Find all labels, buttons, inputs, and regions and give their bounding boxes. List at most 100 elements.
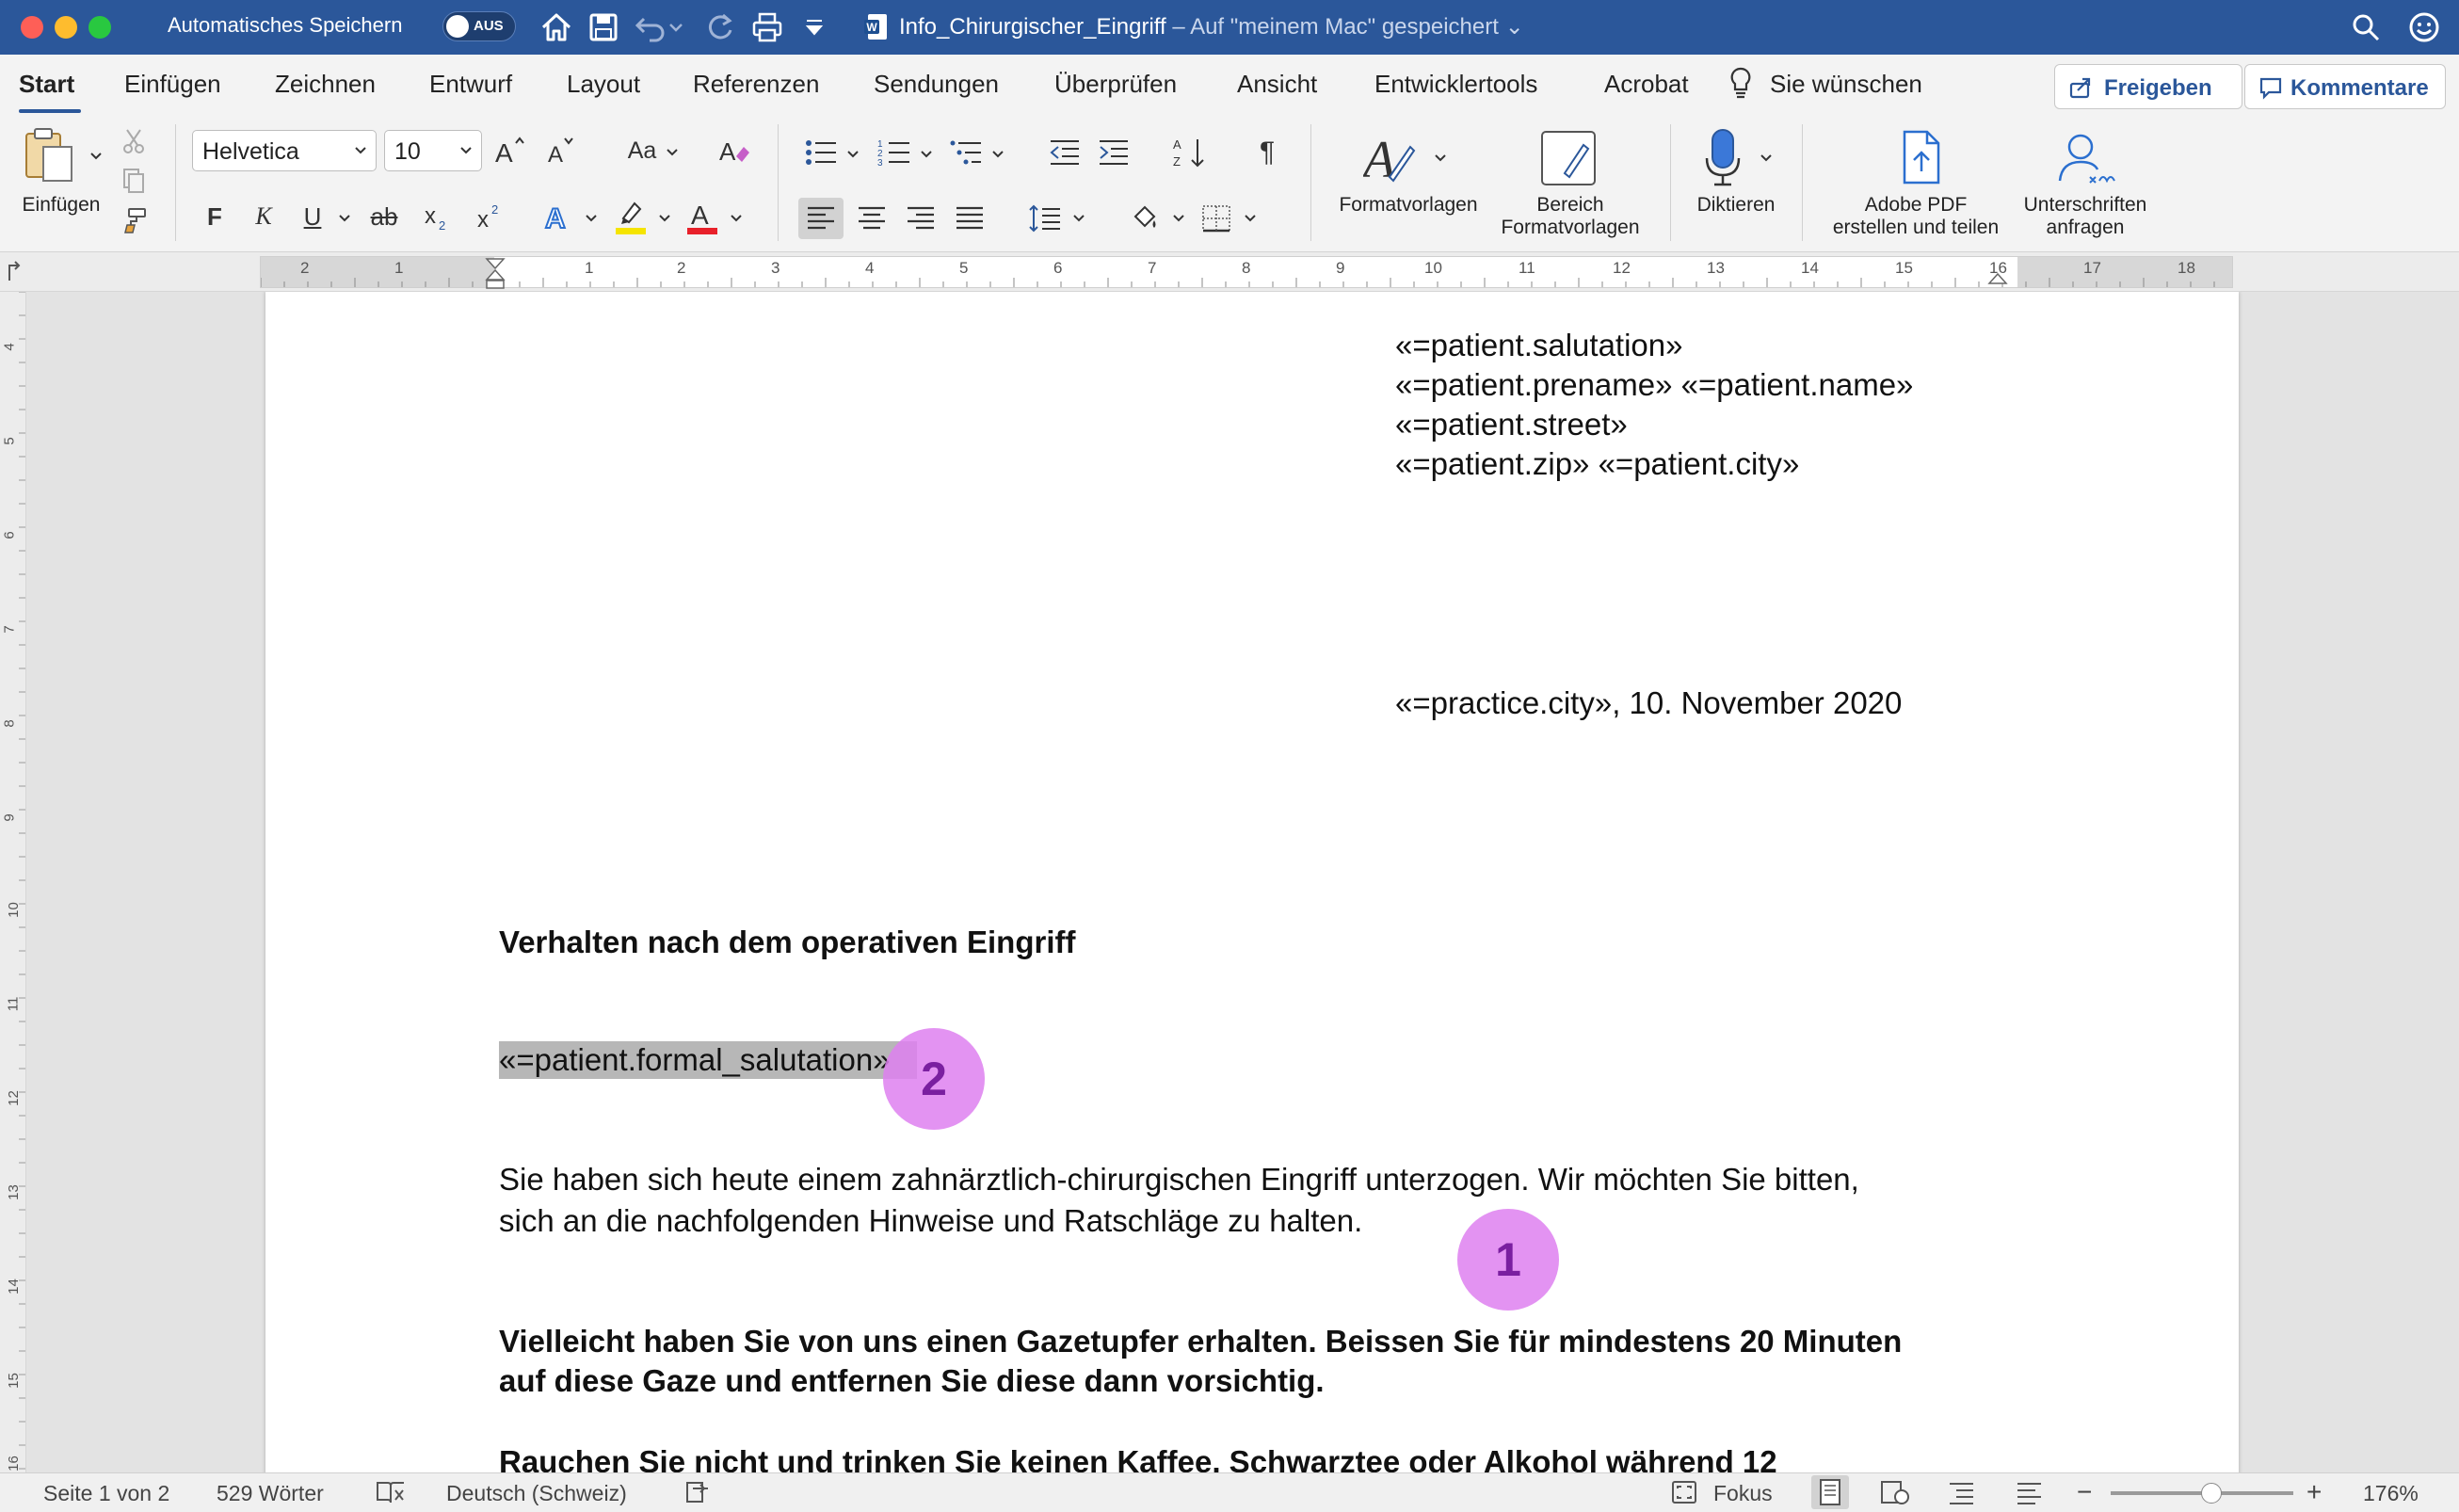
underline-button[interactable]: U — [294, 198, 331, 235]
proofing-icon[interactable] — [375, 1479, 407, 1505]
paragraph-bold-line[interactable]: Rauchen Sie nicht und trinken Sie keinen… — [499, 1442, 1777, 1472]
undo-dropdown-icon[interactable] — [667, 9, 685, 45]
paragraph-bold-line[interactable]: auf diese Gaze und entfernen Sie diese d… — [499, 1361, 1325, 1401]
zoom-window-button[interactable] — [88, 16, 111, 39]
minimize-window-button[interactable] — [55, 16, 77, 39]
chevron-down-icon[interactable] — [665, 145, 680, 160]
justify-icon[interactable] — [951, 200, 988, 237]
font-size-select[interactable]: 10 — [384, 130, 482, 171]
feedback-smiley-icon[interactable] — [2406, 9, 2442, 45]
chevron-down-icon[interactable] — [337, 211, 352, 226]
document-page[interactable]: «=patient.salutation» «=patient.prename»… — [265, 292, 2239, 1472]
numbering-icon[interactable]: 123 — [876, 134, 913, 171]
tab-zeichnen[interactable]: Zeichnen — [275, 70, 376, 99]
address-line-salutation[interactable]: «=patient.salutation» — [1395, 326, 1683, 365]
address-line-city[interactable]: «=patient.zip» «=patient.city» — [1395, 444, 1799, 484]
zoom-slider-thumb[interactable] — [2200, 1483, 2222, 1504]
sort-icon[interactable]: AZ — [1171, 134, 1209, 171]
tab-einfuegen[interactable]: Einfügen — [124, 70, 221, 99]
clear-formatting-icon[interactable]: A — [715, 132, 753, 169]
chevron-down-icon[interactable] — [845, 147, 860, 162]
zoom-out-button[interactable]: − — [2077, 1477, 2092, 1507]
autosave-toggle[interactable]: AUS — [442, 11, 516, 41]
heading[interactable]: Verhalten nach dem operativen Eingriff — [499, 923, 1075, 962]
accessibility-check-icon[interactable] — [683, 1479, 712, 1505]
dictate-label[interactable]: Diktieren — [1680, 194, 1792, 217]
home-icon[interactable] — [538, 9, 574, 45]
italic-button[interactable]: K — [245, 198, 282, 235]
chevron-down-icon[interactable] — [919, 147, 934, 162]
paragraph-line[interactable]: Sie haben sich heute einem zahnärztlich-… — [499, 1160, 1859, 1199]
close-window-button[interactable] — [21, 16, 43, 39]
formal-salutation-field[interactable]: «=patient.formal_salutation» — [499, 1040, 891, 1080]
paste-dropdown-icon[interactable] — [88, 149, 104, 164]
font-color-icon[interactable]: A — [683, 198, 721, 235]
tab-ueberpruefen[interactable]: Überprüfen — [1054, 70, 1177, 99]
page-count[interactable]: Seite 1 von 2 — [43, 1481, 169, 1506]
chevron-down-icon[interactable] — [1071, 211, 1086, 226]
bold-button[interactable]: F — [196, 198, 233, 235]
show-formatting-marks-icon[interactable]: ¶ — [1248, 134, 1286, 171]
align-right-icon[interactable] — [902, 200, 940, 237]
horizontal-ruler[interactable]: 2 1 1 2 3 4 5 6 7 8 9 10 11 12 13 14 15 … — [0, 252, 2459, 292]
font-name-select[interactable]: Helvetica — [192, 130, 377, 171]
align-left-icon[interactable] — [798, 198, 844, 239]
chevron-down-icon[interactable] — [1171, 211, 1186, 226]
styles-icon[interactable]: A — [1363, 128, 1420, 188]
superscript-icon[interactable]: x2 — [471, 198, 508, 235]
chevron-down-icon[interactable] — [584, 211, 599, 226]
document-canvas[interactable]: «=patient.salutation» «=patient.prename»… — [26, 292, 2459, 1472]
tab-sendungen[interactable]: Sendungen — [874, 70, 999, 99]
copy-icon[interactable] — [115, 166, 153, 196]
language[interactable]: Deutsch (Schweiz) — [446, 1481, 627, 1506]
styles-pane-icon[interactable] — [1538, 128, 1600, 188]
date-line[interactable]: «=practice.city», 10. November 2020 — [1395, 684, 1902, 723]
customize-toolbar-icon[interactable] — [802, 9, 827, 45]
styles-pane-label[interactable]: Bereich Formatvorlagen — [1489, 194, 1651, 239]
chevron-down-icon[interactable] — [1759, 151, 1774, 166]
share-button[interactable]: Freigeben — [2054, 64, 2242, 109]
tab-layout[interactable]: Layout — [567, 70, 640, 99]
right-indent-marker-icon[interactable] — [1987, 263, 2008, 289]
paste-icon[interactable] — [21, 126, 77, 186]
microphone-icon[interactable] — [1695, 126, 1751, 188]
adobe-pdf-label[interactable]: Adobe PDF erstellen und teilen — [1819, 194, 2013, 239]
web-layout-view-icon[interactable] — [1879, 1479, 1911, 1505]
address-line-name[interactable]: «=patient.prename» «=patient.name» — [1395, 365, 1913, 405]
paragraph-line[interactable]: sich an die nachfolgenden Hinweise und R… — [499, 1201, 1362, 1241]
increase-indent-icon[interactable] — [1094, 134, 1132, 171]
save-icon[interactable] — [586, 9, 621, 45]
shrink-font-icon[interactable]: A — [542, 132, 580, 169]
decrease-indent-icon[interactable] — [1045, 134, 1083, 171]
text-effects-icon[interactable]: A — [540, 198, 578, 235]
strikethrough-button[interactable]: ab — [365, 198, 403, 235]
chevron-down-icon[interactable] — [729, 211, 744, 226]
focus-mode-icon[interactable] — [1670, 1479, 1698, 1505]
zoom-level[interactable]: 176% — [2363, 1481, 2419, 1506]
bullets-icon[interactable] — [802, 134, 840, 171]
borders-icon[interactable] — [1197, 200, 1235, 237]
indent-marker-icon[interactable] — [485, 257, 506, 289]
redo-icon[interactable] — [702, 9, 738, 45]
paste-label[interactable]: Einfügen — [19, 194, 104, 217]
chevron-down-icon[interactable] — [990, 147, 1005, 162]
tab-entwurf[interactable]: Entwurf — [429, 70, 512, 99]
tab-ansicht[interactable]: Ansicht — [1237, 70, 1317, 99]
print-layout-view-icon[interactable] — [1811, 1475, 1849, 1509]
highlight-color-icon[interactable] — [612, 198, 650, 235]
document-title[interactable]: Info_Chirurgischer_Eingriff – Auf "meine… — [899, 13, 1524, 40]
vertical-ruler[interactable]: 4 5 6 7 8 9 10 11 12 13 14 15 16 — [0, 292, 26, 1472]
multilevel-list-icon[interactable] — [947, 134, 985, 171]
address-line-street[interactable]: «=patient.street» — [1395, 405, 1628, 444]
word-count[interactable]: 529 Wörter — [217, 1481, 324, 1506]
cut-icon[interactable] — [115, 126, 153, 156]
subscript-icon[interactable]: x2 — [418, 198, 456, 235]
request-signatures-icon[interactable] — [2052, 126, 2118, 188]
focus-label[interactable]: Fokus — [1713, 1481, 1773, 1506]
styles-label[interactable]: Formatvorlagen — [1327, 194, 1489, 217]
zoom-in-button[interactable]: + — [2306, 1477, 2322, 1507]
tab-referenzen[interactable]: Referenzen — [693, 70, 819, 99]
outline-view-icon[interactable] — [1947, 1479, 1977, 1505]
tab-start[interactable]: Start — [19, 70, 74, 99]
line-spacing-icon[interactable] — [1026, 200, 1064, 237]
